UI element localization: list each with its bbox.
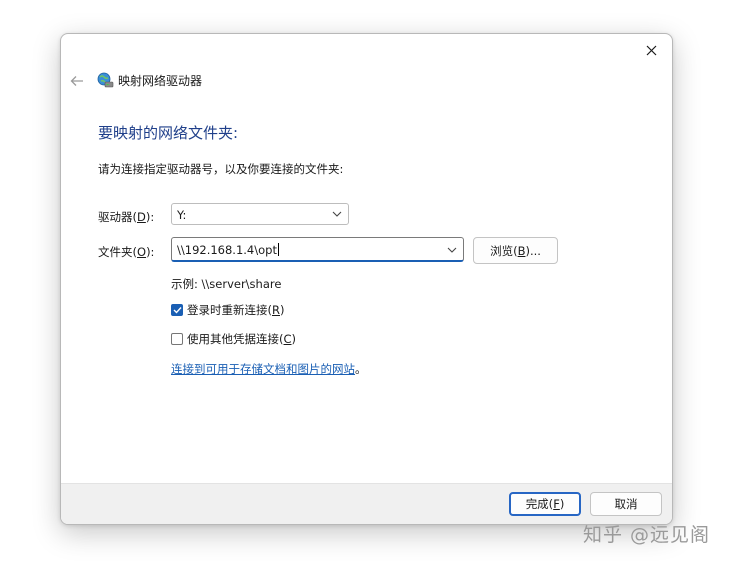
reconnect-checkbox-row[interactable]: 登录时重新连接(R) bbox=[171, 302, 285, 318]
link-suffix: 。 bbox=[355, 362, 367, 376]
back-arrow-icon bbox=[70, 76, 83, 86]
drive-select[interactable]: Y: bbox=[171, 203, 349, 225]
chevron-down-icon bbox=[332, 211, 342, 217]
finish-button[interactable]: 完成(F) bbox=[509, 492, 581, 516]
back-button[interactable] bbox=[66, 71, 88, 91]
close-button[interactable] bbox=[638, 38, 664, 62]
dialog-footer: 完成(F) 取消 bbox=[61, 483, 672, 524]
website-link-row: 连接到可用于存储文档和图片的网站。 bbox=[171, 361, 367, 377]
folder-label: 文件夹(O): bbox=[98, 245, 155, 259]
network-drive-icon bbox=[97, 72, 114, 88]
other-credentials-label: 使用其他凭据连接(C) bbox=[187, 332, 297, 346]
browse-button[interactable]: 浏览(B)... bbox=[473, 237, 558, 264]
cancel-button[interactable]: 取消 bbox=[590, 492, 662, 516]
folder-input-value: \\192.168.1.4\opt bbox=[177, 243, 277, 257]
drive-label: 驱动器(D): bbox=[98, 210, 155, 224]
text-caret bbox=[277, 243, 279, 256]
checkmark-icon bbox=[173, 307, 182, 314]
folder-input[interactable]: \\192.168.1.4\opt bbox=[171, 237, 464, 262]
other-credentials-checkbox[interactable] bbox=[171, 333, 183, 345]
reconnect-label: 登录时重新连接(R) bbox=[187, 303, 285, 317]
watermark-text: 知乎 @远见阁 bbox=[583, 524, 711, 546]
website-link[interactable]: 连接到可用于存储文档和图片的网站 bbox=[171, 362, 355, 376]
drive-select-value: Y: bbox=[177, 208, 187, 222]
other-credentials-checkbox-row[interactable]: 使用其他凭据连接(C) bbox=[171, 331, 296, 347]
reconnect-checkbox[interactable] bbox=[171, 304, 183, 316]
map-network-drive-dialog: 映射网络驱动器 要映射的网络文件夹: 请为连接指定驱动器号，以及你要连接的文件夹… bbox=[60, 33, 673, 525]
page-heading: 要映射的网络文件夹: bbox=[98, 124, 239, 142]
window-title: 映射网络驱动器 bbox=[118, 74, 203, 88]
close-icon bbox=[646, 45, 656, 55]
example-text: 示例: \\server\share bbox=[171, 277, 282, 291]
instruction-text: 请为连接指定驱动器号，以及你要连接的文件夹: bbox=[98, 162, 344, 176]
chevron-down-icon[interactable] bbox=[447, 246, 457, 254]
